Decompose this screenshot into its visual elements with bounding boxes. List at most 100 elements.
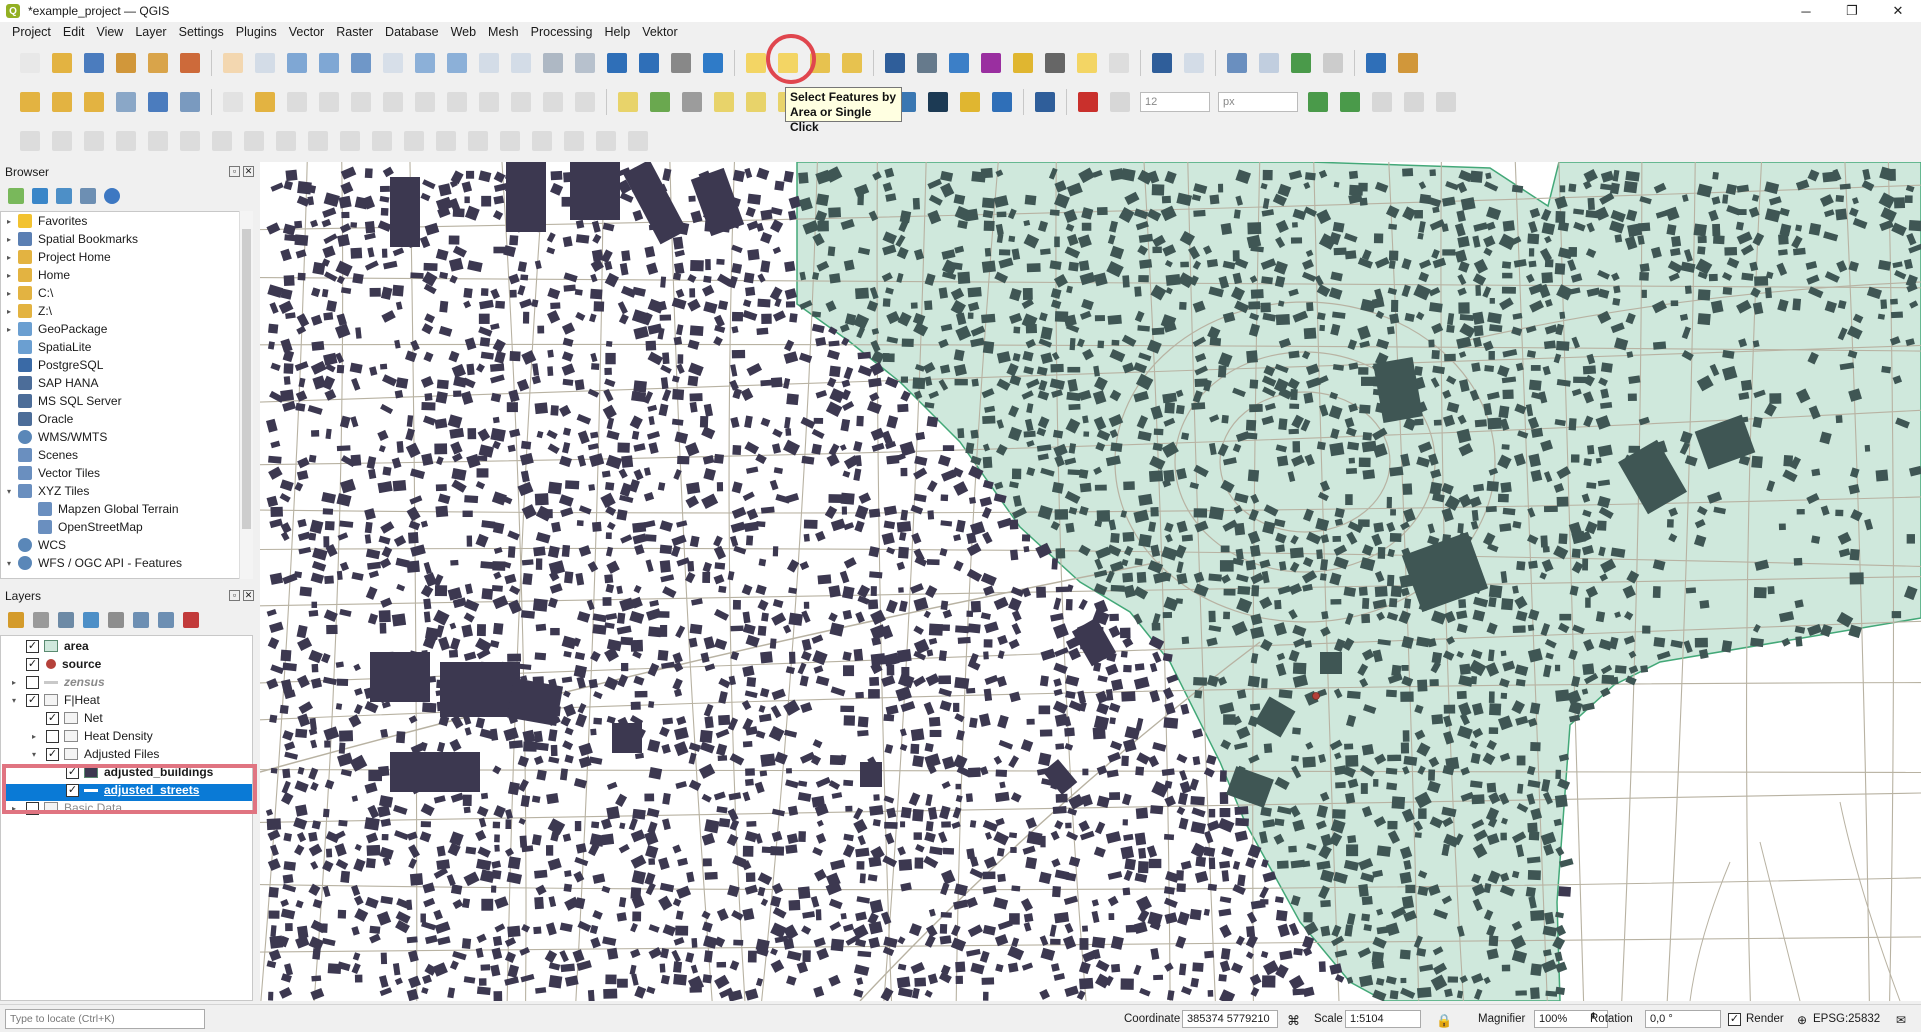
save-project-button[interactable] bbox=[80, 49, 108, 77]
menu-layer[interactable]: Layer bbox=[129, 25, 172, 39]
cad-l-button[interactable] bbox=[368, 127, 396, 155]
layer-row[interactable]: ✓ area bbox=[12, 637, 89, 655]
browser-item[interactable]: ▸ Favorites bbox=[1, 212, 252, 230]
expand-arrow-icon[interactable]: ▸ bbox=[3, 217, 15, 226]
collapse-all-icon[interactable] bbox=[158, 612, 174, 628]
add-feature-button[interactable] bbox=[347, 88, 375, 116]
new-map-view-button[interactable] bbox=[539, 49, 567, 77]
show-bookmarks-button[interactable] bbox=[635, 49, 663, 77]
cad-a-button[interactable] bbox=[16, 127, 44, 155]
temporal-button[interactable] bbox=[667, 49, 695, 77]
browser-item[interactable]: MS SQL Server bbox=[1, 392, 252, 410]
plugin-f-button[interactable] bbox=[1319, 49, 1347, 77]
menu-vektor[interactable]: Vektor bbox=[636, 25, 683, 39]
browser-item[interactable]: ▸ Spatial Bookmarks bbox=[1, 230, 252, 248]
add-group-icon[interactable] bbox=[33, 612, 49, 628]
map-canvas[interactable] bbox=[260, 162, 1921, 1001]
crs-label[interactable]: EPSG:25832 bbox=[1813, 1013, 1880, 1025]
expand-arrow-icon[interactable]: ▸ bbox=[32, 732, 46, 741]
attribute-table-button[interactable] bbox=[913, 49, 941, 77]
remove-layer-icon[interactable] bbox=[183, 612, 199, 628]
unit-select[interactable]: px bbox=[1218, 91, 1298, 112]
revert-button[interactable] bbox=[144, 49, 172, 77]
toolbox-button[interactable] bbox=[945, 49, 973, 77]
cad-f-button[interactable] bbox=[176, 127, 204, 155]
browser-scrollbar[interactable] bbox=[239, 211, 253, 579]
browser-item[interactable]: Vector Tiles bbox=[1, 464, 252, 482]
edit-layer-button[interactable] bbox=[219, 88, 247, 116]
topology-button[interactable] bbox=[1336, 88, 1364, 116]
layer-visibility-checkbox[interactable]: ✓ bbox=[26, 639, 39, 653]
paste-button[interactable] bbox=[507, 88, 535, 116]
layer-visibility-checkbox[interactable] bbox=[26, 675, 39, 689]
undo-button[interactable] bbox=[539, 88, 567, 116]
new-temp-button[interactable] bbox=[144, 88, 172, 116]
cad-h-button[interactable] bbox=[240, 127, 268, 155]
close-panel-icon[interactable]: ✕ bbox=[243, 590, 254, 601]
visibility-icon[interactable] bbox=[58, 612, 74, 628]
plugin-b-button[interactable] bbox=[1180, 49, 1208, 77]
add-selected-icon[interactable] bbox=[8, 188, 24, 204]
plugin-e-button[interactable] bbox=[1287, 49, 1315, 77]
cad-n-button[interactable] bbox=[432, 127, 460, 155]
cut-button[interactable] bbox=[443, 88, 471, 116]
browser-item[interactable]: Scenes bbox=[1, 446, 252, 464]
label-c-button[interactable] bbox=[678, 88, 706, 116]
menu-view[interactable]: View bbox=[90, 25, 129, 39]
plugin-c-button[interactable] bbox=[1223, 49, 1251, 77]
delete-button[interactable] bbox=[411, 88, 439, 116]
cad-o-button[interactable] bbox=[464, 127, 492, 155]
digitizer-button[interactable] bbox=[956, 88, 984, 116]
toggle-edit-button[interactable] bbox=[251, 88, 279, 116]
filter-icon[interactable] bbox=[83, 612, 99, 628]
browser-item[interactable]: OpenStreetMap bbox=[1, 518, 252, 536]
layer-row[interactable]: ▸ zensus bbox=[12, 673, 105, 691]
statistics-button[interactable] bbox=[977, 49, 1005, 77]
self-snap-button[interactable] bbox=[1400, 88, 1428, 116]
save-as-button[interactable] bbox=[112, 49, 140, 77]
zoom-last-button[interactable] bbox=[475, 49, 503, 77]
browser-item[interactable]: ▾ WFS / OGC API - Features bbox=[1, 554, 252, 572]
float-panel-icon[interactable]: ▫ bbox=[229, 166, 240, 177]
label-a-button[interactable] bbox=[614, 88, 642, 116]
expand-arrow-icon[interactable]: ▾ bbox=[12, 696, 26, 705]
settings-button[interactable] bbox=[1394, 49, 1422, 77]
select-by-location-button[interactable] bbox=[838, 49, 866, 77]
rotation-spinbox[interactable]: 0,0 ° bbox=[1645, 1010, 1721, 1028]
trace-button[interactable] bbox=[1304, 88, 1332, 116]
browser-item[interactable]: WMS/WMTS bbox=[1, 428, 252, 446]
expand-arrow-icon[interactable]: ▸ bbox=[3, 271, 15, 280]
zoom-next-button[interactable] bbox=[507, 49, 535, 77]
close-panel-icon[interactable]: ✕ bbox=[243, 166, 254, 177]
cad-i-button[interactable] bbox=[272, 127, 300, 155]
plugin-d-button[interactable] bbox=[1255, 49, 1283, 77]
expand-all-icon[interactable] bbox=[133, 612, 149, 628]
expand-arrow-icon[interactable]: ▸ bbox=[3, 235, 15, 244]
scale-combo[interactable]: 1:5104 bbox=[1345, 1010, 1421, 1028]
browser-item[interactable]: ▸ Home bbox=[1, 266, 252, 284]
cad-e-button[interactable] bbox=[144, 127, 172, 155]
zoom-out-button[interactable] bbox=[315, 49, 343, 77]
cad-p-button[interactable] bbox=[496, 127, 524, 155]
bookmark-button[interactable] bbox=[603, 49, 631, 77]
cad-m-button[interactable] bbox=[400, 127, 428, 155]
pan-button[interactable] bbox=[219, 49, 247, 77]
expand-arrow-icon[interactable]: ▾ bbox=[32, 750, 46, 759]
field-calc-button[interactable] bbox=[1009, 49, 1037, 77]
menu-plugins[interactable]: Plugins bbox=[230, 25, 283, 39]
cad-r-button[interactable] bbox=[560, 127, 588, 155]
save-edits-button[interactable] bbox=[283, 88, 311, 116]
new-virtual-button[interactable] bbox=[112, 88, 140, 116]
maximize-icon[interactable]: ❐ bbox=[1829, 0, 1875, 22]
console-button[interactable] bbox=[924, 88, 952, 116]
menu-settings[interactable]: Settings bbox=[173, 25, 230, 39]
pan-to-selection-button[interactable] bbox=[251, 49, 279, 77]
browser-item[interactable]: WCS bbox=[1, 536, 252, 554]
layer-row[interactable]: ▾ ✓ F|Heat bbox=[12, 691, 100, 709]
avoid-intersect-button[interactable] bbox=[1368, 88, 1396, 116]
copy-button[interactable] bbox=[475, 88, 503, 116]
expand-arrow-icon[interactable]: ▸ bbox=[3, 325, 15, 334]
filter-icon[interactable] bbox=[56, 188, 72, 204]
zoom-selection-button[interactable] bbox=[379, 49, 407, 77]
browser-item[interactable]: SAP HANA bbox=[1, 374, 252, 392]
